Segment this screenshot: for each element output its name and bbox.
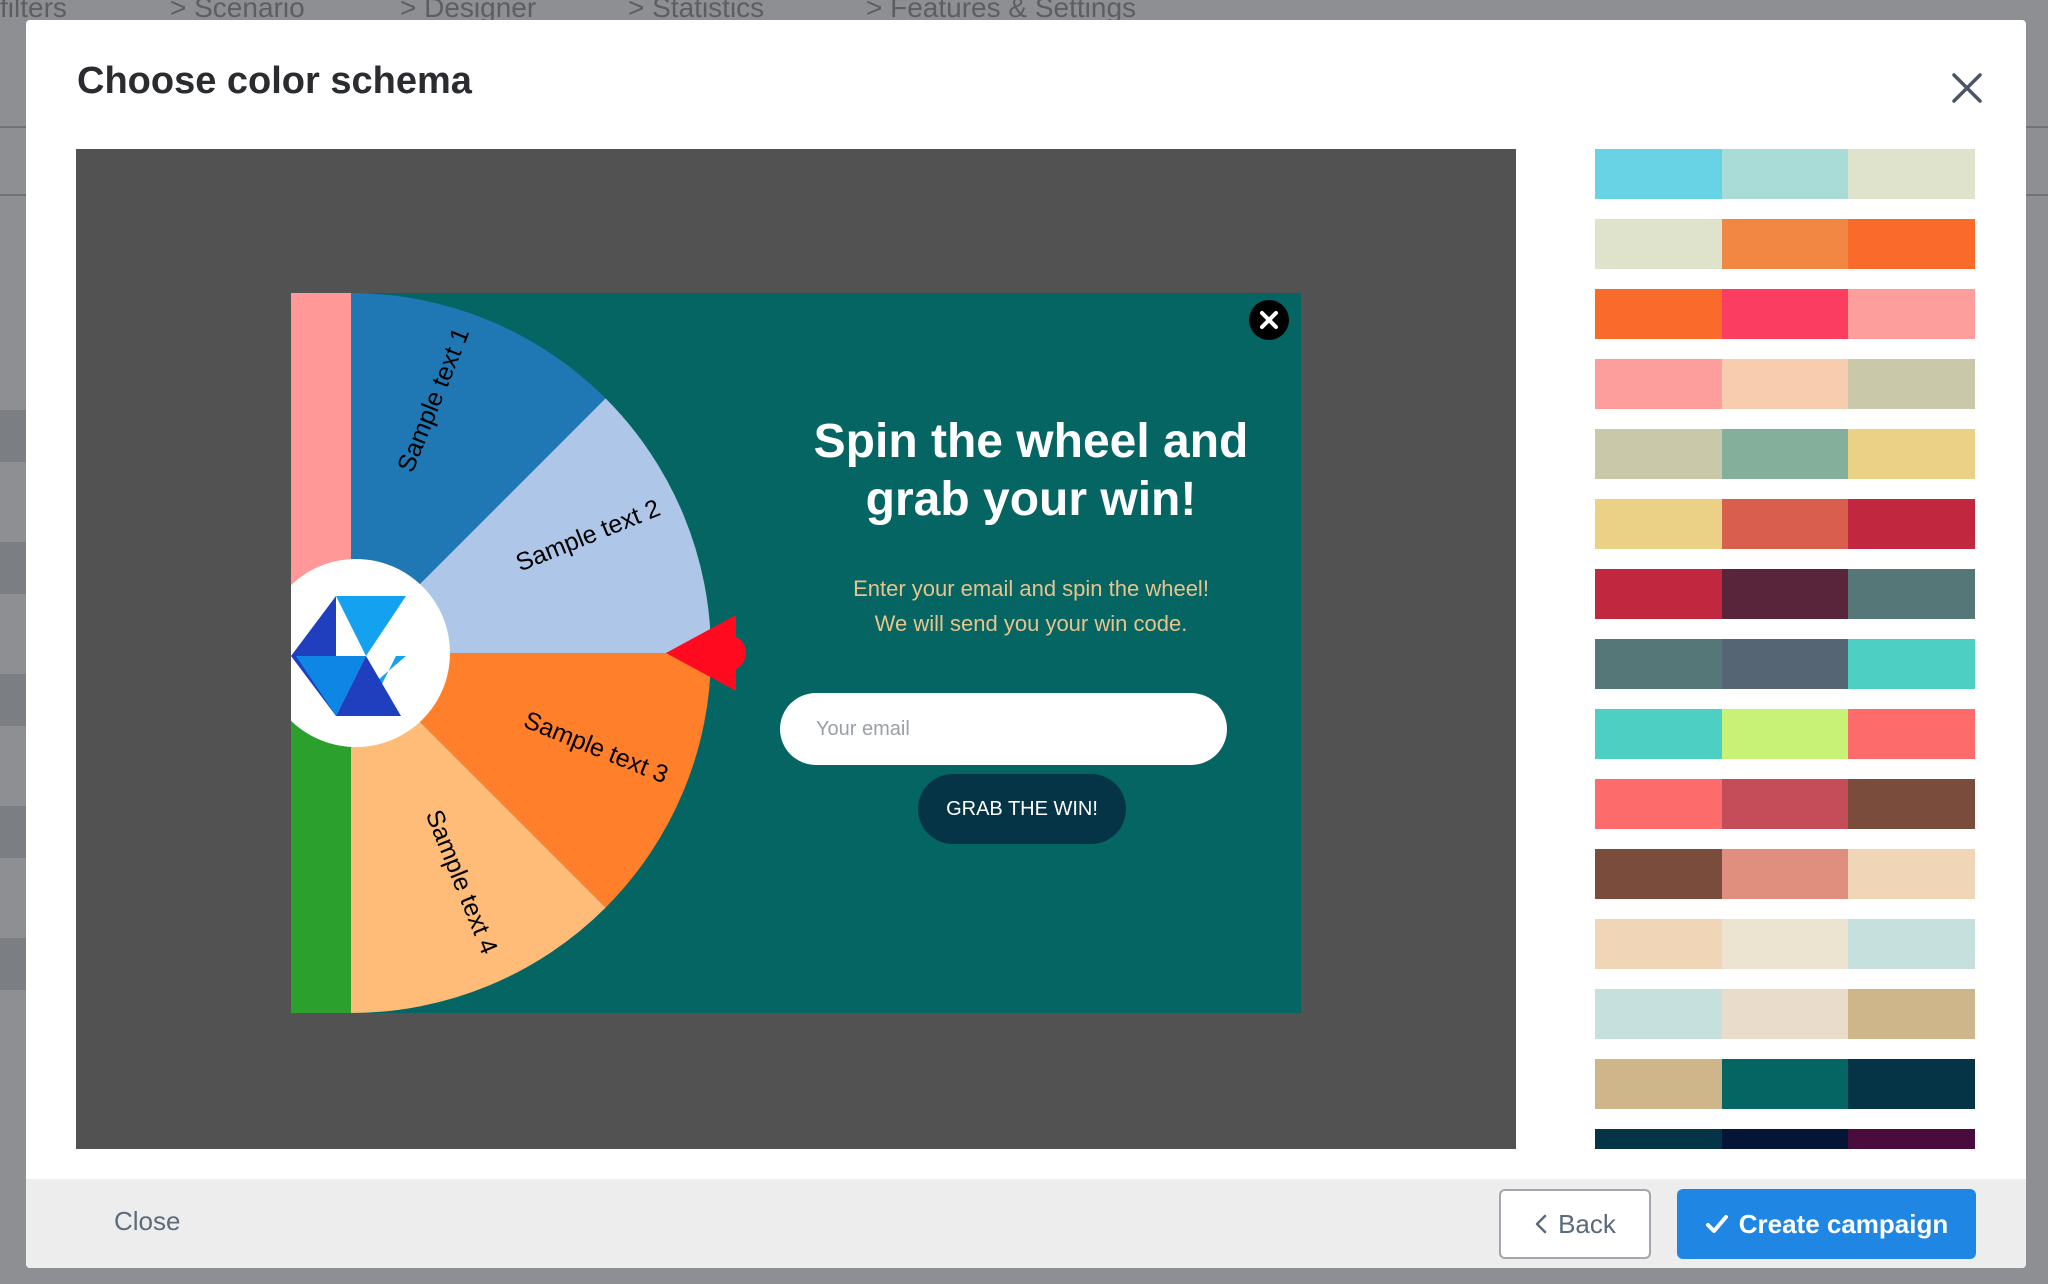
close-icon[interactable] (1944, 65, 1990, 111)
email-input[interactable] (780, 693, 1227, 765)
popup-close-icon[interactable] (1248, 299, 1290, 341)
bg-row (0, 674, 26, 726)
grab-win-button[interactable]: GRAB THE WIN! (918, 774, 1126, 844)
palette-swatch (1595, 289, 1722, 339)
bg-row (0, 410, 26, 462)
bg-row (0, 542, 26, 594)
palette-option[interactable] (1595, 989, 1975, 1039)
palette-swatch (1721, 639, 1849, 689)
modal-footer: Close Back Create campaign (26, 1179, 2026, 1268)
palette-option[interactable] (1595, 219, 1975, 269)
palette-swatch (1721, 919, 1849, 969)
palette-swatch (1848, 289, 1975, 339)
headline-line-2: grab your win! (865, 473, 1197, 526)
palette-swatch (1595, 639, 1722, 689)
palette-swatch (1595, 989, 1722, 1039)
palette-option[interactable] (1595, 359, 1975, 409)
palette-option[interactable] (1595, 429, 1975, 479)
close-button[interactable]: Close (114, 1206, 180, 1237)
palette-swatch (1595, 219, 1722, 269)
palette-swatch (1848, 1059, 1975, 1109)
palette-swatch (1848, 639, 1975, 689)
palette-swatch (1721, 709, 1849, 759)
palette-swatch (1848, 499, 1975, 549)
campaign-preview: Sample text 1 Sample text 2 Sample text … (76, 149, 1516, 1149)
palette-swatch (1848, 359, 1975, 409)
palette-option[interactable] (1595, 709, 1975, 759)
chevron-left-icon (1534, 1213, 1548, 1235)
palette-swatch (1721, 149, 1849, 199)
palette-option[interactable] (1595, 849, 1975, 899)
palette-swatch (1848, 849, 1975, 899)
checkmark-icon (1705, 1213, 1729, 1235)
palette-swatch (1595, 1129, 1722, 1149)
palette-swatch (1721, 219, 1849, 269)
popup-headline: Spin the wheel and grab your win! (781, 413, 1281, 529)
back-button[interactable]: Back (1499, 1189, 1651, 1259)
palette-swatch (1721, 499, 1849, 549)
palette-swatch (1848, 149, 1975, 199)
palette-option[interactable] (1595, 1059, 1975, 1109)
headline-line-1: Spin the wheel and (813, 415, 1249, 468)
color-schema-modal: Choose color schema Sample text 1 Sample… (26, 20, 2026, 1268)
palette-swatch (1848, 1129, 1975, 1149)
spin-wheel-popup: Sample text 1 Sample text 2 Sample text … (291, 293, 1301, 1013)
palette-swatch (1595, 779, 1722, 829)
palette-swatch (1848, 219, 1975, 269)
palette-swatch (1721, 849, 1849, 899)
palette-option[interactable] (1595, 779, 1975, 829)
create-campaign-button[interactable]: Create campaign (1677, 1189, 1976, 1259)
palette-option[interactable] (1595, 499, 1975, 549)
palette-option[interactable] (1595, 289, 1975, 339)
bg-row (0, 806, 26, 858)
wheel-pointer-knob (710, 635, 746, 671)
palette-swatch (1721, 989, 1849, 1039)
palette-swatch (1721, 569, 1849, 619)
palette-swatch (1595, 919, 1722, 969)
background-navigation: filters > Scenario > Designer > Statisti… (0, 0, 2048, 23)
palette-swatch (1848, 989, 1975, 1039)
palette-option[interactable] (1595, 1129, 1975, 1149)
prize-wheel: Sample text 1 Sample text 2 Sample text … (291, 293, 746, 1013)
bg-row (0, 938, 26, 990)
palette-swatch (1721, 779, 1849, 829)
palette-swatch (1848, 709, 1975, 759)
palette-swatch (1721, 1059, 1849, 1109)
modal-title: Choose color schema (77, 60, 472, 102)
subtext-line-2: We will send you your win code. (874, 611, 1188, 636)
palette-swatch (1595, 359, 1722, 409)
palette-swatch (1721, 1129, 1849, 1149)
popup-subtext: Enter your email and spin the wheel! We … (781, 571, 1281, 641)
palette-swatch (1721, 429, 1849, 479)
create-campaign-label: Create campaign (1738, 1208, 1949, 1239)
palette-option[interactable] (1595, 919, 1975, 969)
color-palette-list[interactable] (1595, 149, 1975, 1149)
palette-swatch (1848, 569, 1975, 619)
palette-option[interactable] (1595, 149, 1975, 199)
palette-swatch (1721, 359, 1849, 409)
palette-swatch (1595, 569, 1722, 619)
palette-swatch (1848, 779, 1975, 829)
palette-option[interactable] (1595, 639, 1975, 689)
palette-swatch (1848, 429, 1975, 479)
palette-swatch (1595, 429, 1722, 479)
palette-swatch (1595, 849, 1722, 899)
back-button-label: Back (1558, 1208, 1616, 1239)
palette-option[interactable] (1595, 569, 1975, 619)
palette-swatch (1595, 709, 1722, 759)
palette-swatch (1721, 289, 1849, 339)
palette-swatch (1595, 1059, 1722, 1109)
palette-swatch (1595, 149, 1722, 199)
palette-swatch (1595, 499, 1722, 549)
palette-swatch (1848, 919, 1975, 969)
subtext-line-1: Enter your email and spin the wheel! (853, 576, 1209, 601)
